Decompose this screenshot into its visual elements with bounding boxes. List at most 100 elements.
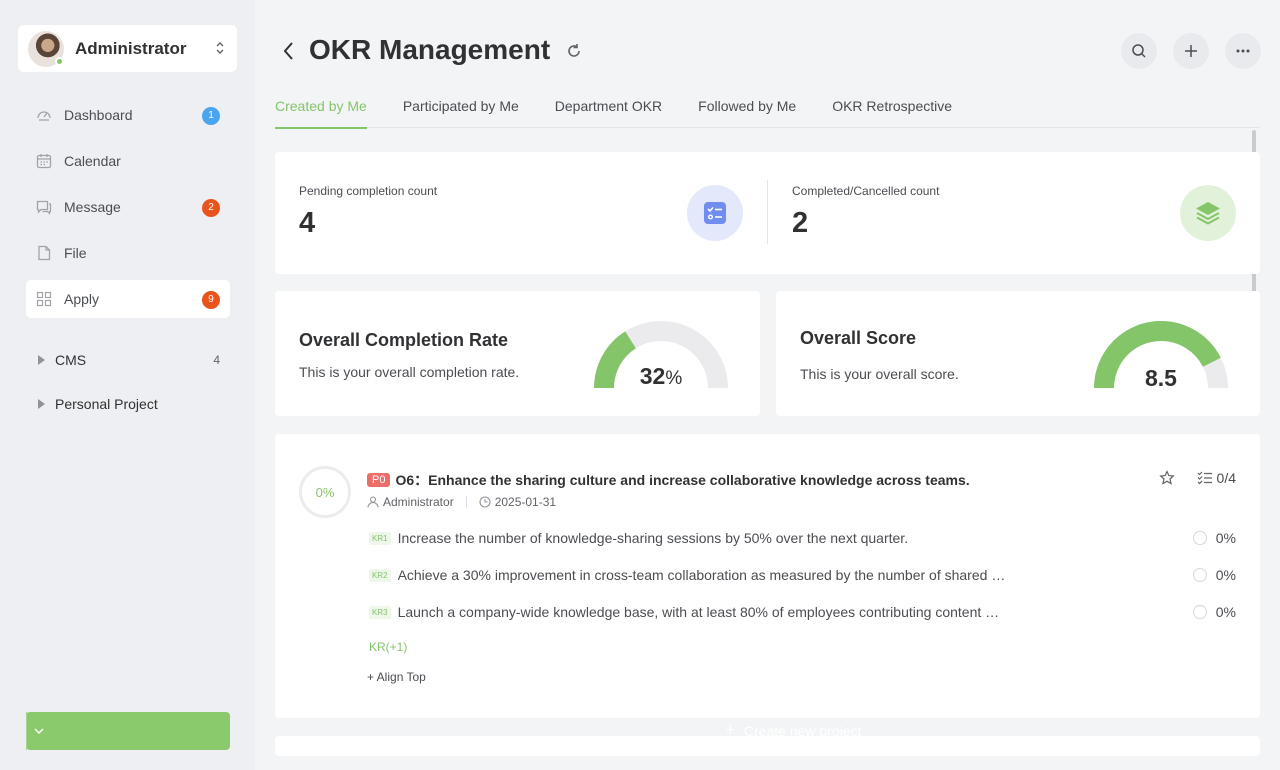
divider	[465, 496, 467, 508]
stat-label: Completed/Cancelled count	[792, 184, 940, 198]
completion-subtitle: This is your overall completion rate.	[299, 364, 520, 380]
back-arrow-icon[interactable]	[282, 41, 296, 61]
kr-tag: KR1	[369, 531, 391, 545]
progress-ring-icon	[1192, 531, 1207, 545]
objective-progress-ring: 0%	[299, 466, 351, 518]
sidebar-item-message[interactable]: Message 2	[26, 188, 230, 226]
file-icon	[36, 245, 52, 261]
clock-icon	[479, 496, 491, 508]
objective-actions: 0/4	[1158, 470, 1236, 486]
create-project-dropdown[interactable]	[26, 712, 51, 750]
sidebar-item-apply[interactable]: Apply 9	[26, 280, 230, 318]
okr-tabs: Created by Me Participated by Me Departm…	[275, 96, 1260, 129]
apps-icon	[36, 291, 52, 307]
score-value: 8.5	[1145, 365, 1177, 391]
tab-okr-retrospective[interactable]: OKR Retrospective	[832, 96, 952, 128]
star-icon[interactable]	[1158, 470, 1175, 486]
dashboard-icon	[36, 107, 52, 123]
search-button[interactable]	[1121, 33, 1157, 69]
sidebar: Administrator Dashboard 1 Calendar Messa…	[0, 0, 861, 770]
project-label: CMS	[55, 352, 87, 368]
kr-percent: 0%	[1215, 604, 1236, 620]
project-tree: CMS 4 Personal Project	[26, 342, 230, 430]
sidebar-item-label: Calendar	[64, 153, 121, 169]
kr-tag: KR2	[369, 568, 391, 582]
sidebar-item-file[interactable]: File	[26, 234, 230, 272]
stat-value: 4	[299, 207, 316, 239]
project-count: 4	[213, 353, 220, 367]
objective-header: P0 O6：Enhance the sharing culture and in…	[367, 470, 970, 490]
caret-right-icon[interactable]	[38, 399, 45, 409]
caret-right-icon[interactable]	[38, 355, 45, 365]
kr-progress: 0%	[1192, 604, 1236, 620]
sidebar-item-calendar[interactable]: Calendar	[26, 142, 230, 180]
notification-badge: 1	[202, 107, 220, 125]
project-label: Personal Project	[55, 396, 158, 412]
layers-icon	[1180, 185, 1236, 241]
tab-followed-by-me[interactable]: Followed by Me	[698, 96, 796, 128]
kr-tag: KR3	[369, 605, 391, 619]
objective-title[interactable]: O6：Enhance the sharing culture and incre…	[395, 470, 969, 490]
okr-card[interactable]	[275, 736, 1260, 756]
chevron-up-down-icon	[216, 42, 224, 54]
completion-number: 32	[639, 363, 666, 389]
plus-icon	[1185, 45, 1197, 57]
sidebar-item-label: Apply	[64, 291, 100, 307]
notification-badge: 2	[202, 199, 220, 217]
online-status-dot	[55, 56, 64, 66]
calendar-icon	[36, 153, 52, 169]
header-actions	[1105, 33, 1261, 69]
tab-department-okr[interactable]: Department OKR	[555, 96, 662, 128]
more-button[interactable]	[1225, 33, 1261, 69]
refresh-icon[interactable]	[566, 43, 582, 59]
notification-badge: 9	[202, 291, 220, 309]
kr-progress-count: 0/4	[1216, 470, 1236, 486]
add-button[interactable]	[1173, 33, 1209, 69]
more-key-results-link[interactable]: KR(+1)	[369, 640, 407, 654]
sidebar-nav: Dashboard 1 Calendar Message 2 File Appl…	[26, 96, 230, 326]
search-icon	[1132, 44, 1146, 58]
tab-participated-by-me[interactable]: Participated by Me	[403, 96, 519, 128]
completion-rate-card: Overall Completion Rate This is your ove…	[275, 291, 760, 416]
score-title: Overall Score	[800, 328, 917, 348]
page-title: OKR Management	[309, 34, 551, 65]
sidebar-item-label: File	[64, 245, 87, 261]
align-top-link[interactable]: + Align Top	[367, 670, 426, 684]
okr-card[interactable]: 0% P0 O6：Enhance the sharing culture and…	[275, 434, 1260, 718]
sidebar-item-label: Dashboard	[64, 107, 133, 123]
sidebar-item-dashboard[interactable]: Dashboard 1	[26, 96, 230, 134]
chevron-down-icon	[34, 728, 44, 734]
kr-text: Launch a company-wide knowledge base, wi…	[397, 604, 1008, 620]
objective-owner: Administrator	[383, 495, 454, 509]
score-subtitle: This is your overall score.	[800, 366, 959, 382]
user-icon	[367, 496, 379, 508]
project-item-cms[interactable]: CMS 4	[26, 342, 230, 378]
project-item-personal[interactable]: Personal Project	[26, 386, 230, 422]
kr-percent: 0%	[1215, 567, 1236, 583]
tab-created-by-me[interactable]: Created by Me	[275, 96, 367, 129]
completion-title: Overall Completion Rate	[299, 330, 509, 350]
key-result-row[interactable]: KR1 Increase the number of knowledge-sha…	[369, 528, 1236, 548]
checklist-icon	[1197, 471, 1213, 485]
kr-text: Increase the number of knowledge-sharing…	[397, 530, 909, 546]
pending-stat: Pending completion count 4	[299, 152, 743, 274]
overall-score-card: Overall Score This is your overall score…	[776, 291, 1260, 416]
divider	[767, 180, 768, 244]
message-icon	[36, 199, 52, 215]
kr-progress: 0%	[1192, 567, 1236, 583]
key-result-row[interactable]: KR3 Launch a company-wide knowledge base…	[369, 602, 1236, 622]
progress-ring-icon	[1192, 568, 1207, 582]
stat-value: 2	[792, 207, 809, 239]
checklist-icon	[687, 185, 743, 241]
sidebar-item-label: Message	[64, 199, 121, 215]
progress-ring-icon	[1192, 605, 1207, 619]
completion-value: 32%	[625, 363, 697, 390]
key-result-row[interactable]: KR2 Achieve a 30% improvement in cross-t…	[369, 565, 1236, 585]
objective-meta: Administrator 2025-01-31	[367, 495, 556, 509]
completion-unit: %	[665, 368, 683, 389]
stat-label: Pending completion count	[299, 184, 438, 198]
kr-percent: 0%	[1215, 530, 1236, 546]
main-content: OKR Management Created by Me Participate…	[255, 0, 1280, 770]
more-horizontal-icon	[1236, 49, 1250, 53]
user-switcher[interactable]: Administrator	[18, 25, 237, 72]
